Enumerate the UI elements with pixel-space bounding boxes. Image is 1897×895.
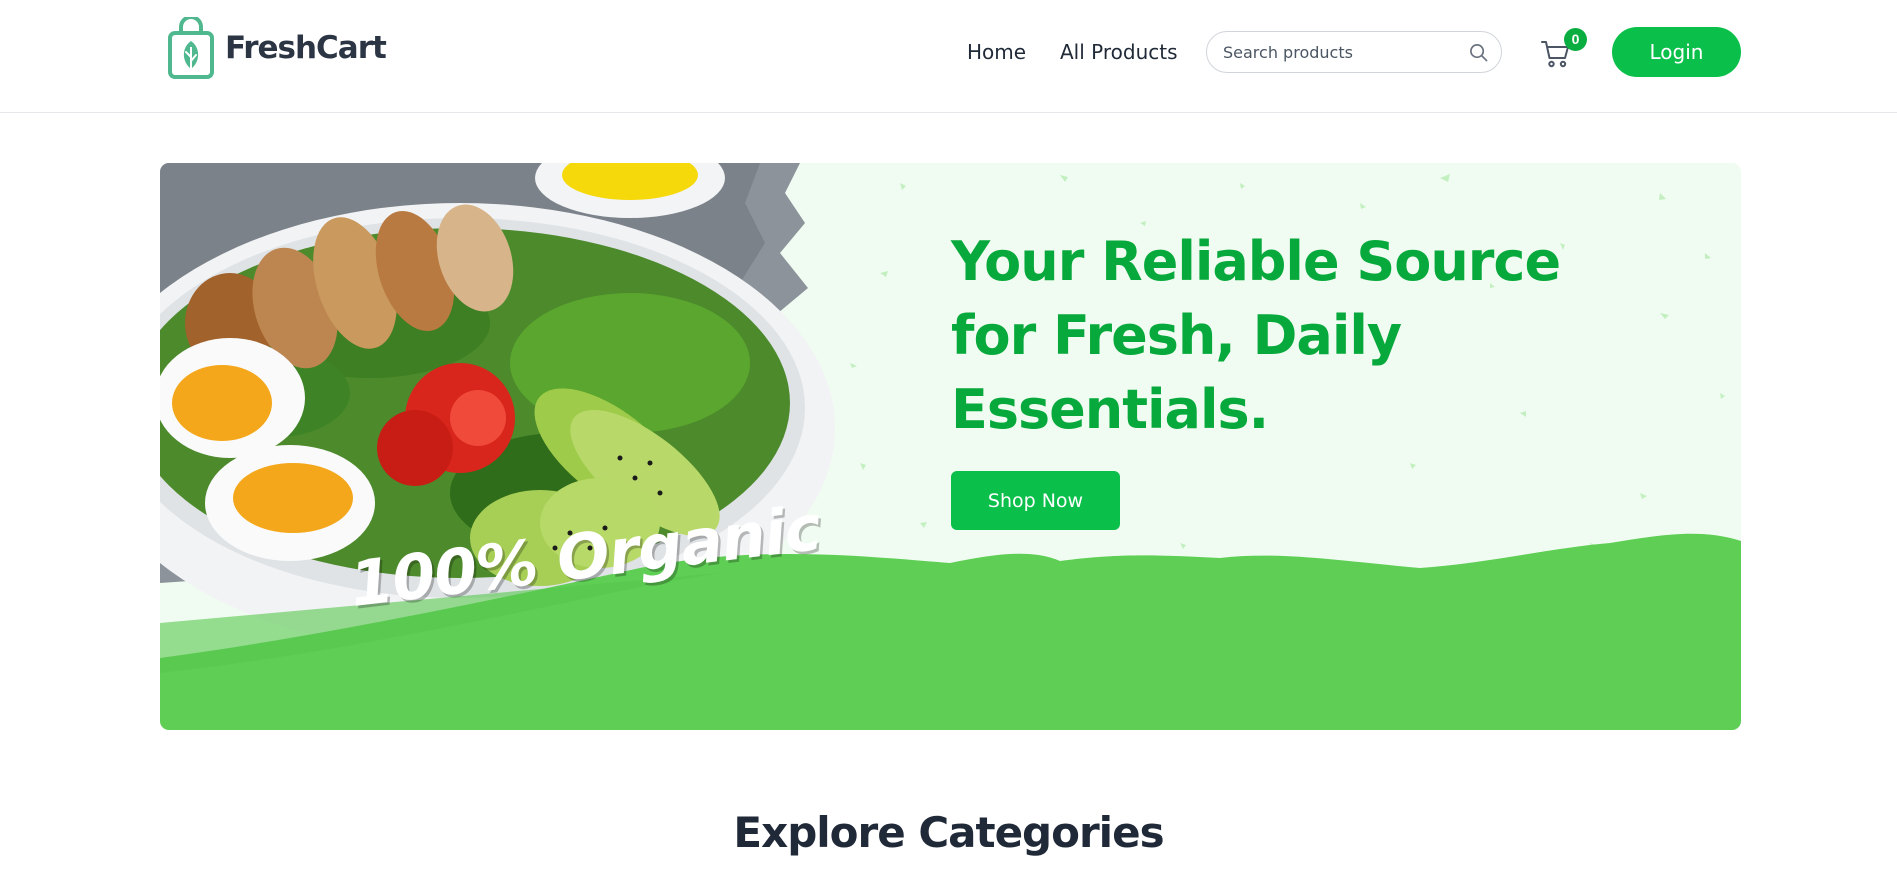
login-button[interactable]: Login (1612, 27, 1741, 77)
search-box (1206, 31, 1502, 73)
brand-logo[interactable]: FreshCart (167, 17, 387, 79)
hero-banner: Your Reliable Source for Fresh, Daily Es… (160, 163, 1741, 730)
cart-button[interactable]: 0 (1541, 28, 1587, 68)
site-header: FreshCart Home All Products 0 Login (0, 0, 1897, 113)
brand-name: FreshCart (225, 30, 387, 66)
shopping-bag-leaf-icon (168, 17, 214, 79)
nav-home-link[interactable]: Home (967, 40, 1026, 64)
hero-title: Your Reliable Source for Fresh, Daily Es… (951, 230, 1561, 441)
shop-now-button[interactable]: Shop Now (951, 471, 1120, 530)
cart-count-badge: 0 (1564, 28, 1587, 51)
explore-categories-heading: Explore Categories (733, 808, 1164, 857)
search-icon[interactable] (1469, 43, 1488, 62)
search-input[interactable] (1223, 32, 1463, 72)
nav-all-products-link[interactable]: All Products (1060, 40, 1178, 64)
